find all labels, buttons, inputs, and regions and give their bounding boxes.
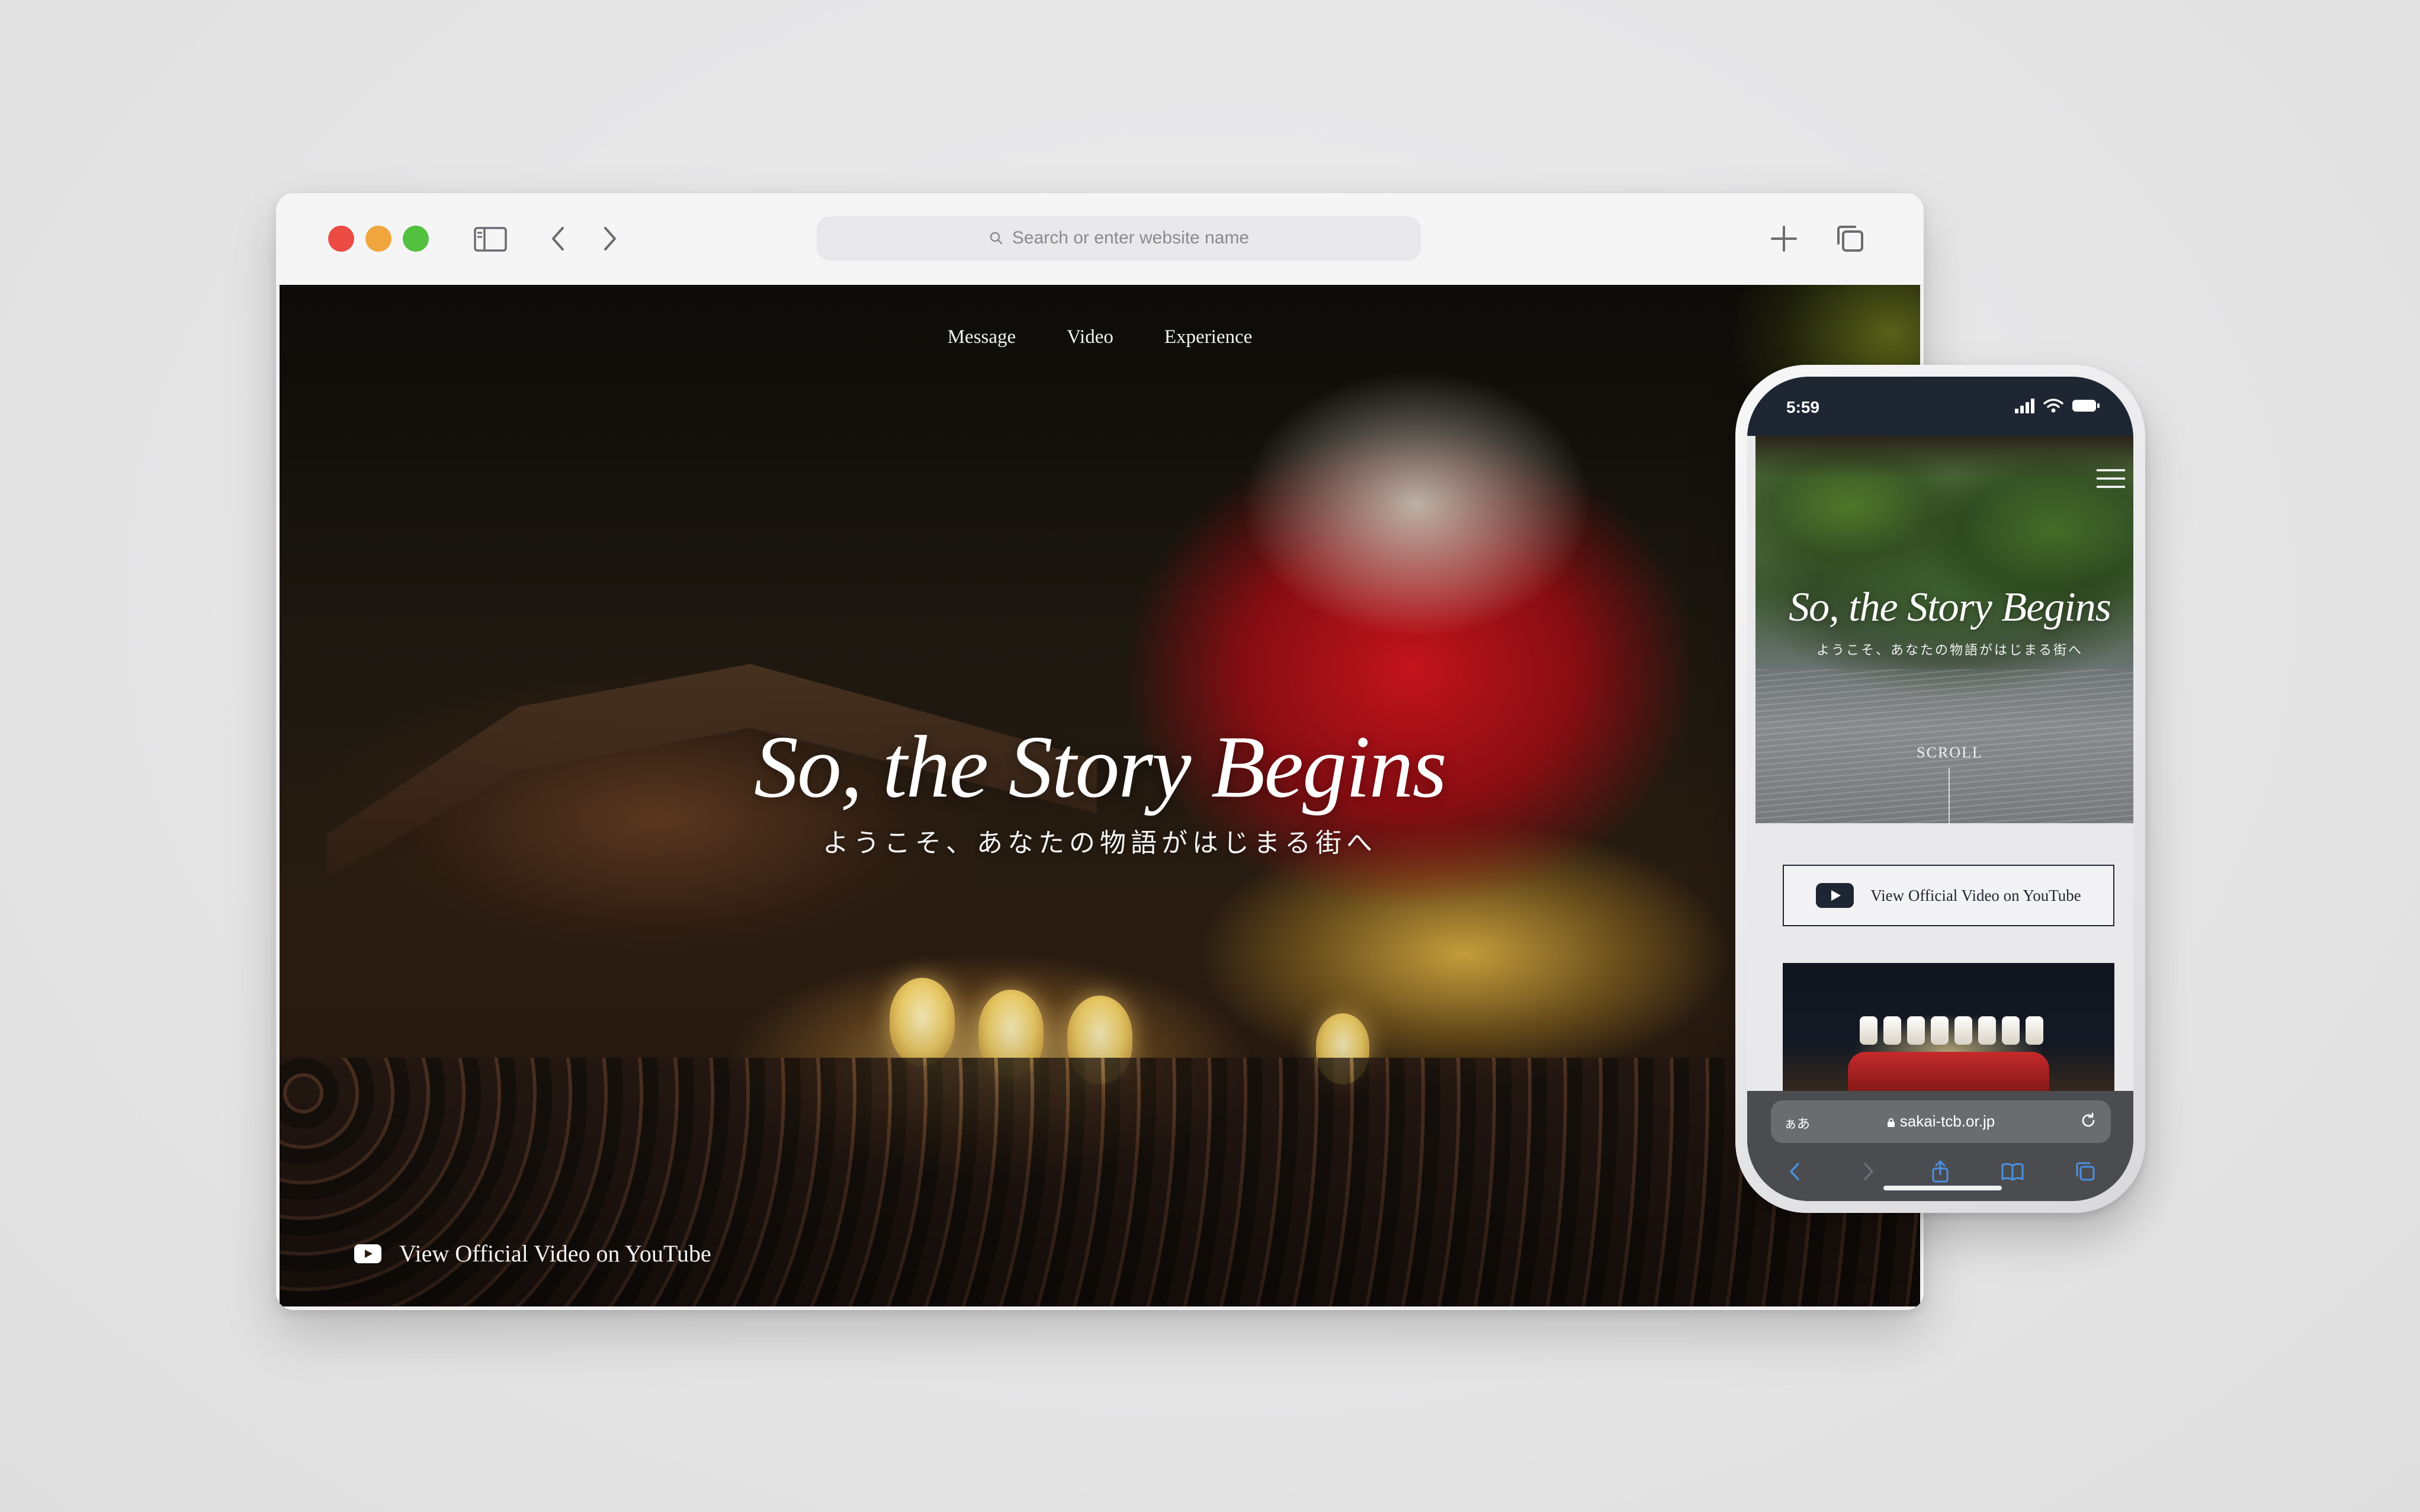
youtube-video-link[interactable]: View Official Video on YouTube: [354, 1240, 711, 1267]
mobile-roof-decoration: [1755, 436, 2133, 477]
mobile-hero-title: So, the Story Begins: [1789, 585, 2111, 630]
hero-title: So, the Story Begins: [753, 718, 1447, 816]
lantern-row-decoration: [1860, 1016, 2043, 1045]
browser-toolbar: Search or enter website name: [276, 193, 1924, 285]
address-bar[interactable]: Search or enter website name: [817, 217, 1420, 259]
forward-icon[interactable]: [1856, 1159, 1880, 1184]
new-tab-icon[interactable]: [1765, 220, 1803, 258]
mobile-url-text: sakai-tcb.or.jp: [1771, 1112, 2111, 1131]
main-nav: Message Video Experience: [280, 326, 1920, 348]
tabs-icon[interactable]: [1831, 220, 1869, 258]
hero-section: Message Video Experience So, the Story B…: [280, 285, 1920, 1306]
wifi-icon: [2043, 399, 2063, 413]
back-icon[interactable]: [540, 220, 578, 258]
video-thumbnail[interactable]: [1783, 963, 2114, 1099]
mobile-url: sakai-tcb.or.jp: [1899, 1112, 1995, 1130]
desktop-browser-window: Search or enter website name Message Vid…: [276, 193, 1924, 1310]
mobile-youtube-button[interactable]: View Official Video on YouTube: [1783, 865, 2114, 926]
reload-icon[interactable]: [2079, 1111, 2098, 1130]
nav-item-message[interactable]: Message: [948, 326, 1016, 348]
stage: Search or enter website name Message Vid…: [0, 0, 2420, 1512]
youtube-icon: [1816, 883, 1854, 908]
close-window-button[interactable]: [328, 226, 354, 252]
mobile-screen: 5:59 So, the Story Begins ようこそ、あなたの物語がはじ…: [1747, 377, 2133, 1201]
mobile-address-bar[interactable]: ぁあ sakai-tcb.or.jp: [1771, 1100, 2111, 1143]
home-indicator[interactable]: [1883, 1186, 2002, 1190]
mobile-browser-bar: ぁあ sakai-tcb.or.jp: [1747, 1091, 2133, 1201]
minimize-window-button[interactable]: [365, 226, 391, 252]
share-icon[interactable]: [1928, 1159, 1953, 1184]
hero-subtitle: ようこそ、あなたの物語がはじまる街へ: [823, 828, 1377, 858]
forward-icon[interactable]: [590, 220, 628, 258]
battery-icon: [2072, 400, 2100, 412]
mobile-browser-toolbar: [1747, 1157, 2133, 1186]
lock-icon: [1887, 1118, 1895, 1127]
bookmarks-icon[interactable]: [2000, 1159, 2025, 1184]
tabs-icon[interactable]: [2073, 1159, 2098, 1184]
nav-item-experience[interactable]: Experience: [1164, 326, 1252, 348]
mobile-phone-frame: 5:59 So, the Story Begins ようこそ、あなたの物語がはじ…: [1735, 365, 2145, 1213]
status-time: 5:59: [1786, 398, 1820, 416]
mobile-youtube-button-label: View Official Video on YouTube: [1870, 886, 2081, 904]
search-icon: [990, 232, 1003, 245]
scroll-indicator-label[interactable]: SCROLL: [1755, 744, 2133, 762]
maximize-window-button[interactable]: [403, 226, 429, 252]
menu-icon[interactable]: [2095, 468, 2126, 489]
nav-item-video[interactable]: Video: [1067, 326, 1113, 348]
sidebar-icon[interactable]: [471, 220, 509, 258]
mobile-hero-subtitle: ようこそ、あなたの物語がはじまる街へ: [1816, 643, 2083, 658]
youtube-link-label: View Official Video on YouTube: [399, 1240, 711, 1267]
status-bar: 5:59: [1747, 377, 2133, 436]
mobile-hero-section: So, the Story Begins ようこそ、あなたの物語がはじまる街へ …: [1755, 436, 2133, 823]
address-placeholder: Search or enter website name: [1012, 228, 1250, 248]
back-icon[interactable]: [1783, 1159, 1808, 1184]
youtube-icon: [354, 1244, 381, 1263]
cellular-signal-icon: [2015, 399, 2034, 413]
scroll-indicator-line: [1949, 768, 1950, 823]
